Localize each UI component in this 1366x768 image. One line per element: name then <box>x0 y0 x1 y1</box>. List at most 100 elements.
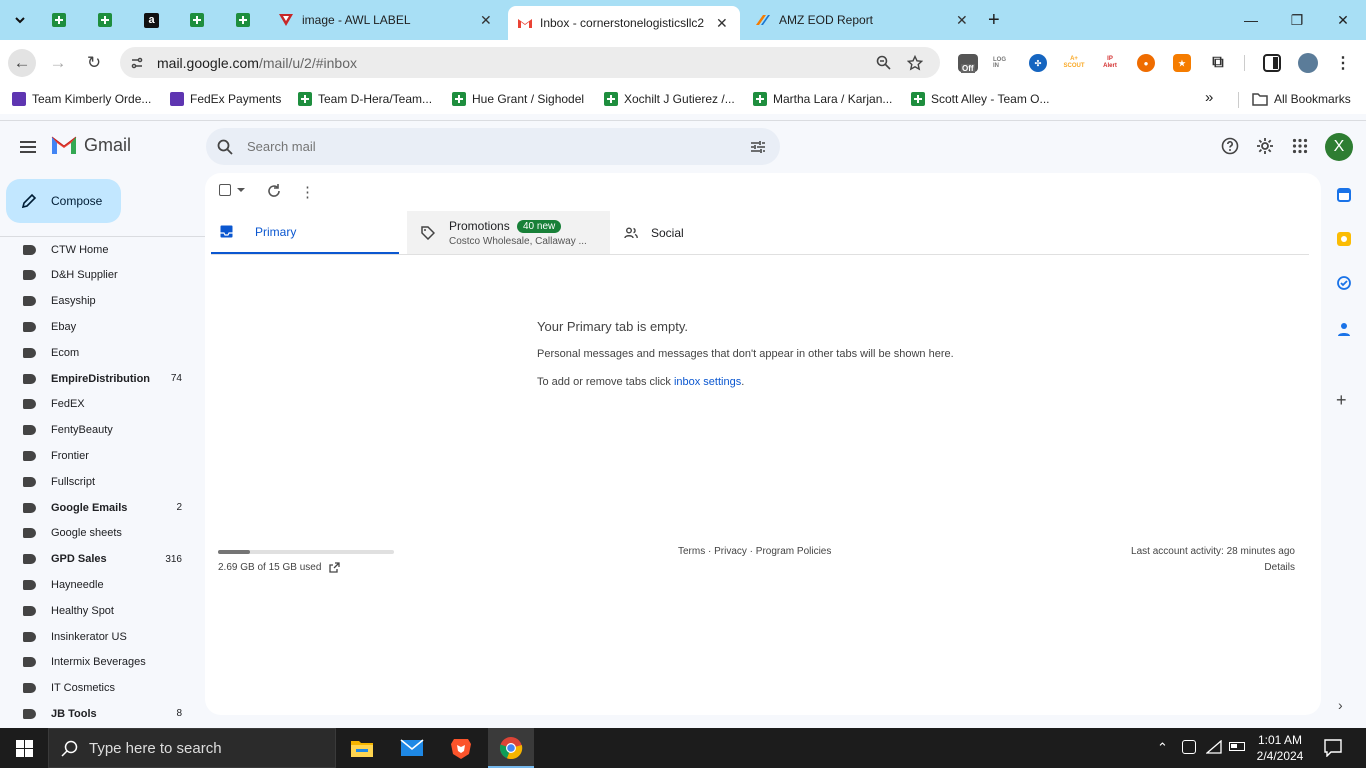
bookmarks-overflow-button[interactable]: » <box>1205 89 1213 106</box>
label-item-empiredistribution[interactable]: EmpireDistribution 74 <box>0 366 200 391</box>
label-item-frontier[interactable]: Frontier <box>0 443 200 468</box>
compose-button[interactable]: Compose <box>6 179 121 223</box>
meet-now-icon[interactable] <box>1182 740 1196 754</box>
bookmark-xochilt[interactable]: Xochilt J Gutierez /... <box>604 92 735 106</box>
restore-button[interactable]: ❐ <box>1274 0 1320 40</box>
support-button[interactable] <box>1221 137 1239 155</box>
taskbar-clock[interactable]: 1:01 AM 2/4/2024 <box>1252 732 1308 764</box>
account-avatar[interactable]: X <box>1325 133 1353 161</box>
pinned-tab-sheets-2[interactable] <box>98 0 114 40</box>
refresh-button[interactable] <box>266 183 282 199</box>
extension-login-icon[interactable]: LOG IN <box>993 54 1011 72</box>
label-item-ecom[interactable]: Ecom <box>0 340 200 365</box>
keep-icon[interactable] <box>1337 232 1351 246</box>
forward-button[interactable]: → <box>44 49 72 77</box>
extension-scout-icon[interactable]: A+ SCOUT <box>1064 54 1085 72</box>
tasks-icon[interactable] <box>1337 276 1351 290</box>
label-item-google-emails[interactable]: Google Emails 2 <box>0 495 200 520</box>
bookmark-star-icon[interactable] <box>907 54 923 71</box>
label-item-easyship[interactable]: Easyship <box>0 289 200 314</box>
new-tab-button[interactable]: + <box>988 0 1008 40</box>
pinned-tab-sheets-1[interactable] <box>52 0 68 40</box>
network-icon[interactable] <box>1205 739 1222 759</box>
google-apps-button[interactable] <box>1292 138 1308 154</box>
calendar-icon[interactable] <box>1337 188 1351 202</box>
bookmark-team-d-hera[interactable]: Team D-Hera/Team... <box>298 92 432 106</box>
close-tab-icon[interactable]: ✕ <box>716 15 728 32</box>
pinned-tab-sheets-4[interactable] <box>236 0 252 40</box>
select-all-checkbox[interactable] <box>219 184 245 196</box>
back-button[interactable]: ← <box>8 49 36 77</box>
tab-promotions[interactable]: Promotions 40 new Costco Wholesale, Call… <box>407 211 610 255</box>
settings-button[interactable] <box>1256 137 1274 155</box>
label-item-it-cosmetics[interactable]: IT Cosmetics <box>0 676 200 701</box>
search-options-icon[interactable] <box>750 140 766 154</box>
bookmark-hue-grant[interactable]: Hue Grant / Sighodel <box>452 92 584 106</box>
tab-gmail-inbox[interactable]: Inbox - cornerstonelogisticsllc2 ✕ <box>508 6 740 40</box>
show-side-panel-button[interactable]: › <box>1338 697 1343 713</box>
reload-button[interactable]: ↻ <box>80 49 108 77</box>
tab-primary[interactable]: Primary <box>211 211 399 255</box>
all-bookmarks-button[interactable]: All Bookmarks <box>1252 92 1351 106</box>
side-panel-icon[interactable] <box>1263 54 1281 72</box>
profile-avatar-icon[interactable] <box>1298 53 1318 73</box>
notifications-button[interactable] <box>1324 739 1342 762</box>
taskbar-chrome-active[interactable] <box>488 728 534 768</box>
search-mail-bar[interactable] <box>206 128 780 165</box>
search-icon[interactable] <box>217 139 233 155</box>
minimize-button[interactable]: — <box>1228 0 1274 40</box>
pinned-tab-sheets-3[interactable] <box>190 0 206 40</box>
extension-ip-alert-icon[interactable]: IP Alert <box>1101 54 1119 72</box>
bookmark-team-kimberly[interactable]: Team Kimberly Orde... <box>12 92 151 106</box>
contacts-icon[interactable] <box>1337 322 1351 336</box>
main-menu-button[interactable] <box>18 138 38 156</box>
activity-details-link[interactable]: Details <box>1200 562 1295 573</box>
gmail-logo[interactable]: Gmail <box>50 134 131 156</box>
more-actions-button[interactable]: ⋮ <box>300 183 315 201</box>
zoom-icon[interactable] <box>876 55 891 70</box>
pinned-tab-amazon[interactable]: a <box>144 0 160 40</box>
label-item-hayneedle[interactable]: Hayneedle <box>0 572 200 597</box>
bookmark-martha-lara[interactable]: Martha Lara / Karjan... <box>753 92 892 106</box>
label-item-jb-tools[interactable]: JB Tools 8 <box>0 701 200 726</box>
extension-orange-icon[interactable]: ● <box>1137 54 1155 72</box>
footer-policy-links[interactable]: Terms · Privacy · Program Policies <box>678 546 831 557</box>
label-item-fedex[interactable]: FedEX <box>0 392 200 417</box>
brave-browser-icon[interactable] <box>449 736 473 760</box>
label-item-ctw-home[interactable]: CTW Home <box>0 237 200 262</box>
taskbar-search-box[interactable]: Type here to search <box>48 728 336 768</box>
file-explorer-icon[interactable] <box>350 736 374 760</box>
extensions-puzzle-icon[interactable]: ⧉ <box>1209 54 1227 72</box>
extension-star-icon[interactable]: ★ <box>1173 54 1191 72</box>
label-item-gpd-sales[interactable]: GPD Sales 316 <box>0 547 200 572</box>
search-input[interactable] <box>247 139 717 154</box>
tab-amz-eod-report[interactable]: AMZ EOD Report ✕ <box>744 0 980 40</box>
get-addons-button[interactable]: + <box>1336 390 1347 411</box>
label-item-insinkerator-us[interactable]: Insinkerator US <box>0 624 200 649</box>
close-tab-icon[interactable]: ✕ <box>480 12 492 29</box>
site-settings-icon[interactable] <box>130 56 144 70</box>
tab-awl-label[interactable]: image - AWL LABEL ✕ <box>270 0 506 40</box>
battery-icon[interactable] <box>1229 742 1245 751</box>
extension-off-icon[interactable]: Off <box>958 54 978 73</box>
mail-app-icon[interactable] <box>400 736 424 760</box>
label-item-d-h-supplier[interactable]: D&H Supplier <box>0 263 200 288</box>
close-tab-icon[interactable]: ✕ <box>956 12 968 29</box>
label-item-fentybeauty[interactable]: FentyBeauty <box>0 418 200 443</box>
browser-menu-icon[interactable]: ⋮ <box>1334 54 1352 72</box>
tab-search-button[interactable] <box>8 0 32 40</box>
label-item-intermix-beverages[interactable]: Intermix Beverages <box>0 650 200 675</box>
extension-keepa-icon[interactable]: ✣ <box>1029 54 1047 72</box>
label-item-google-sheets[interactable]: Google sheets <box>0 521 200 546</box>
label-item-healthy-spot[interactable]: Healthy Spot <box>0 598 200 623</box>
label-item-ebay[interactable]: Ebay <box>0 314 200 339</box>
show-hidden-icons-button[interactable]: ⌃ <box>1157 740 1168 756</box>
address-bar[interactable]: mail.google.com/mail/u/2/#inbox <box>120 47 940 78</box>
bookmark-scott-alley[interactable]: Scott Alley - Team O... <box>911 92 1050 106</box>
label-item-fullscript[interactable]: Fullscript <box>0 469 200 494</box>
close-window-button[interactable]: ✕ <box>1320 0 1366 40</box>
start-button[interactable] <box>0 728 48 768</box>
bookmark-fedex-payments[interactable]: FedEx Payments <box>170 92 281 106</box>
open-in-new-icon[interactable] <box>329 562 341 573</box>
tab-social[interactable]: Social <box>618 211 798 255</box>
